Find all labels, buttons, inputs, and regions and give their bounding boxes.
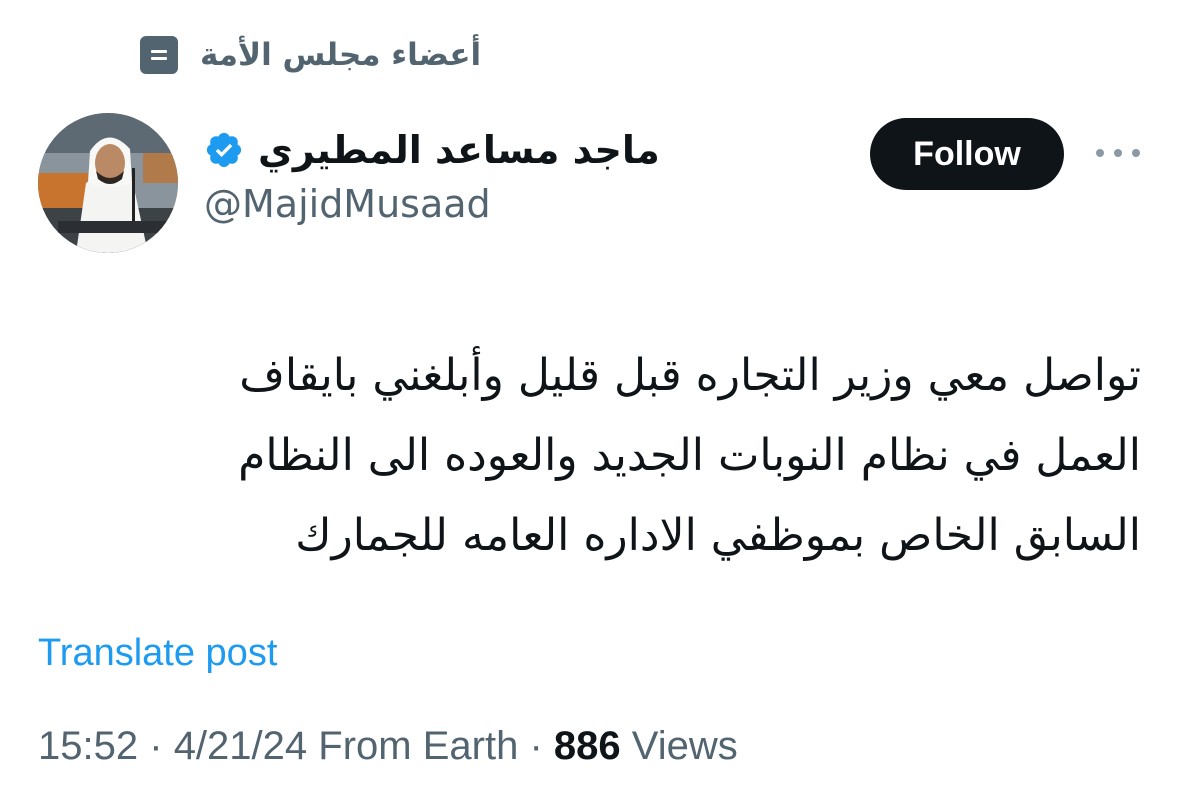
list-context-label: أعضاء مجلس الأمة	[200, 37, 482, 73]
views-label: Views	[631, 724, 738, 768]
post-meta: 15:52 · 4/21/24 From Earth · 886 Views	[38, 724, 738, 769]
post-text-line: العمل في نظام النوبات الجديد والعوده الى…	[238, 430, 1141, 481]
list-icon	[140, 36, 178, 74]
author-name-row: ماجد مساعد المطيري	[204, 128, 660, 172]
author-handle[interactable]: @MajidMusaad	[204, 182, 660, 226]
post-date[interactable]: 4/21/24	[174, 724, 307, 768]
meta-separator: ·	[529, 724, 543, 768]
more-dot	[1096, 149, 1104, 157]
views-count[interactable]: 886	[554, 724, 621, 768]
post-view: أعضاء مجلس الأمة ماجد مساعد المطيري @Maj…	[0, 0, 1179, 804]
author-display-name[interactable]: ماجد مساعد المطيري	[258, 128, 660, 172]
avatar-photo	[38, 113, 178, 253]
list-context[interactable]: أعضاء مجلس الأمة	[140, 36, 481, 74]
post-text-line: تواصل معي وزير التجاره قبل قليل وأبلغني …	[239, 350, 1141, 401]
more-horizontal-icon[interactable]	[1096, 140, 1140, 166]
verified-badge-icon	[204, 130, 244, 170]
author-info[interactable]: ماجد مساعد المطيري @MajidMusaad	[204, 128, 660, 226]
post-time[interactable]: 15:52	[38, 724, 138, 768]
post-text: تواصل معي وزير التجاره قبل قليل وأبلغني …	[81, 336, 1141, 576]
follow-button[interactable]: Follow	[870, 118, 1064, 190]
post-source: From Earth	[318, 724, 519, 768]
meta-separator: ·	[149, 724, 163, 768]
translate-post-link[interactable]: Translate post	[38, 632, 277, 675]
more-dot	[1114, 149, 1122, 157]
post-text-line: السابق الخاص بموظفي الاداره العامه للجما…	[295, 510, 1141, 561]
more-dot	[1132, 149, 1140, 157]
avatar[interactable]	[38, 113, 178, 253]
